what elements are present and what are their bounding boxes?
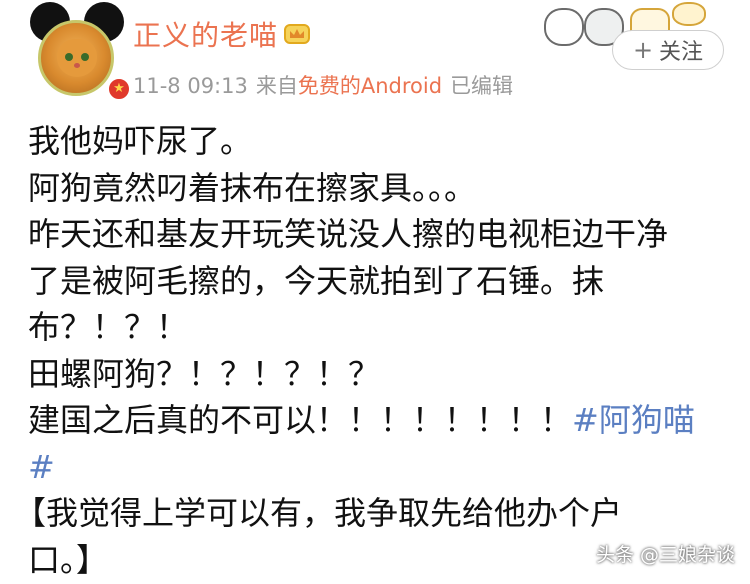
content-line: 我他妈吓尿了。 (28, 122, 253, 160)
content-line: 【我觉得上学可以有，我争取先给他办个户 (14, 494, 623, 532)
post-time: 11-8 09:13 (133, 74, 248, 98)
content-text: 建国之后真的不可以！！！！！！！！ (28, 401, 573, 439)
hashtag-link[interactable]: # (28, 448, 55, 486)
content-line: 昨天还和基友开玩笑说没人擦的电视柜边干净 (28, 215, 669, 253)
content-line: 布？！？！ (28, 308, 189, 346)
cat-face-icon (57, 39, 97, 77)
post-meta: 11-8 09:13 来自免费的Android 已编辑 (133, 70, 521, 100)
crown-icon (284, 23, 311, 45)
author-row: 正义的老喵 (133, 14, 311, 54)
content-line: 田螺阿狗？！？！？！？ (28, 354, 381, 393)
sticker-cat-icon (544, 8, 584, 46)
content-line: 建国之后真的不可以！！！！！！！！#阿狗喵 (28, 397, 728, 444)
hashtag-link[interactable]: #阿狗喵 (572, 401, 695, 439)
cat-eye-right (81, 53, 89, 61)
cat-nose (74, 63, 80, 68)
follow-button[interactable]: + 关注 (612, 30, 724, 70)
content-line: 了是被阿毛擦的，今天就拍到了石锤。抹 (28, 261, 605, 300)
post-source[interactable]: 免费的Android (298, 74, 442, 98)
via-label: 来自 (255, 74, 298, 98)
content-line: 阿狗竟然叼着抹布在擦家具。。。 (28, 168, 477, 207)
follow-label: 关注 (659, 40, 704, 65)
content-line: # (28, 444, 728, 491)
post-content: 我他妈吓尿了。 阿狗竟然叼着抹布在擦家具。。。 昨天还和基友开玩笑说没人擦的电视… (14, 118, 728, 583)
plus-icon: + (632, 36, 654, 64)
author-name[interactable]: 正义的老喵 (133, 14, 278, 54)
edited-label[interactable]: 已编辑 (450, 74, 513, 98)
avatar-container[interactable]: ★ (26, 2, 132, 104)
watermark: 头条 @三娘杂谈 (596, 544, 736, 566)
verified-badge-icon: ★ (106, 76, 132, 102)
avatar[interactable] (38, 20, 114, 96)
cat-eye-left (65, 53, 73, 61)
sticker-bread-icon (672, 2, 706, 26)
